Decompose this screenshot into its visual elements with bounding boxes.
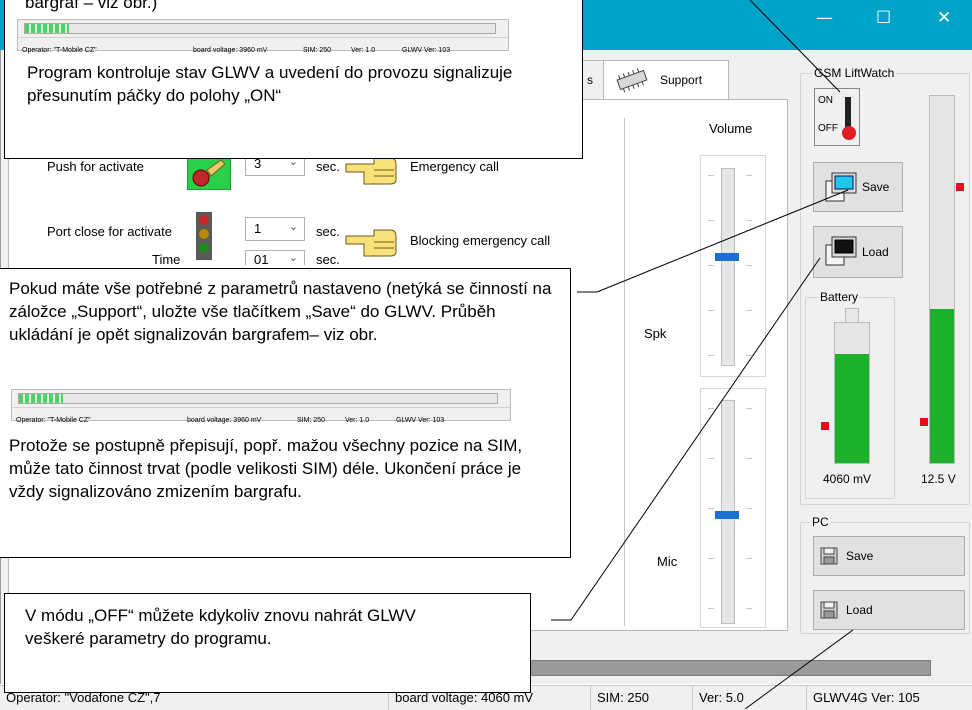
leader-line <box>744 629 854 709</box>
leader-line <box>749 0 841 93</box>
callout-leader-lines <box>551 0 854 709</box>
leader-line <box>551 257 821 621</box>
